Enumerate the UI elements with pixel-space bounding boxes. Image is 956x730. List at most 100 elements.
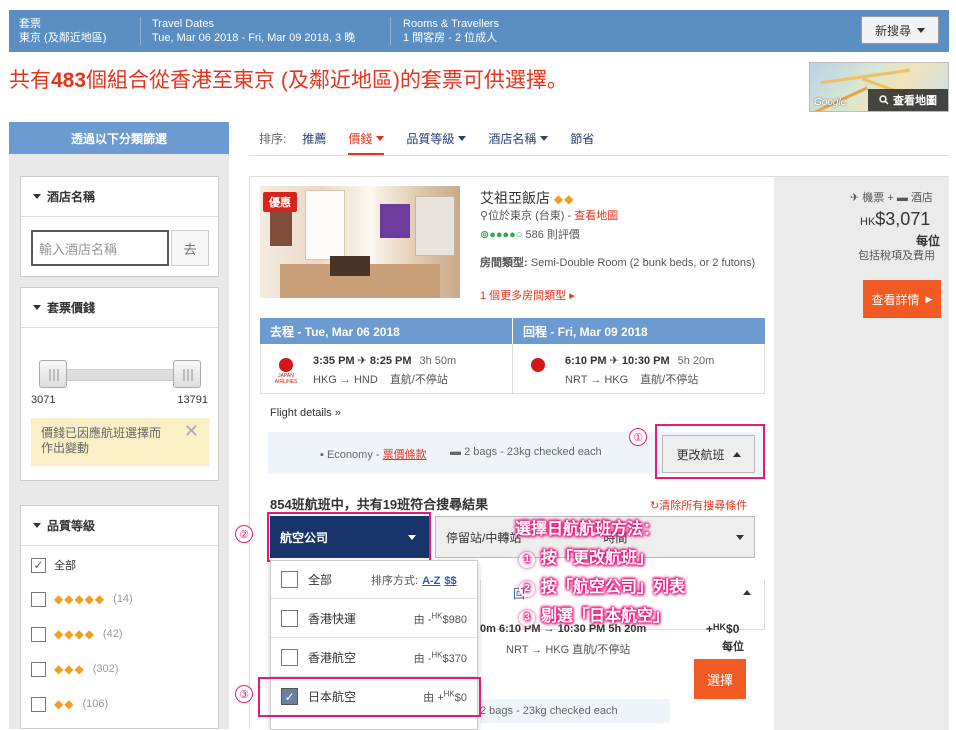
tripadvisor-icon: ⊚	[480, 229, 490, 241]
sort-savings[interactable]: 節省	[570, 130, 594, 147]
from-airport: NRT	[565, 374, 588, 386]
airline-name: 香港航空	[308, 651, 357, 665]
package-label: 套票	[19, 18, 41, 30]
hotel-reviews[interactable]: ⊚●●●●○ 586 則評價	[480, 226, 580, 242]
view-details-label: 查看詳情	[871, 292, 920, 307]
price-prefix: 由 -	[413, 652, 432, 665]
quality-filter-title: 品質等級	[47, 519, 96, 533]
price-slider-max-handle[interactable]	[173, 360, 201, 388]
step-text: 剔選「日本航空」	[541, 608, 670, 625]
sort-az-link[interactable]: A-Z	[422, 575, 440, 587]
quality-option-3[interactable]: ◆◆◆ (302)	[31, 659, 118, 679]
clear-all-text: 清除所有搜尋條件	[659, 500, 748, 512]
flight-body: JAPAN AIRLINES 3:35 PM ✈ 8:25 PM 3h 50m H…	[260, 344, 765, 394]
annotation-step-1: 1 按「更改航班」	[515, 544, 745, 573]
annotation-highlight	[655, 424, 765, 479]
cabin-info: ▪ Economy - 票價條款	[320, 446, 427, 462]
price-slider-track[interactable]	[51, 369, 191, 381]
seat-icon: ▪	[320, 449, 324, 461]
checkbox[interactable]	[31, 626, 46, 642]
arrive-time: 8:25 PM	[369, 355, 412, 367]
sort-quality[interactable]: 品質等級	[406, 130, 467, 147]
from-airport: HKG	[313, 374, 337, 386]
room-type-label: 房間類型:	[480, 257, 528, 269]
sort-price[interactable]: 價錢	[348, 130, 385, 155]
quality-option-4[interactable]: ◆◆◆◆ (42)	[31, 624, 122, 644]
checkbox[interactable]	[31, 591, 46, 607]
more-rooms-link[interactable]: 1 個更多房間類型 ▸	[480, 287, 575, 303]
select-flight-button[interactable]: 選擇	[694, 659, 746, 699]
chevron-down-icon	[540, 136, 549, 141]
currency: HK	[860, 216, 876, 228]
diamond-rating-icon: ◆◆◆◆	[54, 627, 95, 641]
cabin-text: Economy -	[326, 449, 380, 461]
sort-price-link[interactable]: $$	[444, 575, 456, 587]
hotel-name[interactable]: 艾祖亞飯店 ◆◆	[480, 188, 574, 208]
hotel-map-link[interactable]: 查看地圖	[574, 210, 618, 222]
sort-label: 排序:	[259, 132, 287, 146]
depart-time: 6:10 PM	[565, 355, 607, 367]
route-text: NRT → HKG	[506, 644, 570, 656]
flight-option-bags: 2 bags - 23kg checked each	[480, 699, 670, 723]
quality-count: (14)	[113, 593, 133, 605]
caret-down-icon	[33, 523, 41, 528]
annotation-title: 選擇日航航班方法：	[515, 521, 660, 538]
price-note: 價錢已因應航班選擇而作出變動 ✕	[31, 418, 209, 466]
airline-option[interactable]: 香港快運 由 -HK$980	[271, 600, 477, 638]
flight-details-link[interactable]: Flight details »	[270, 407, 341, 419]
sort-option-label: 品質等級	[406, 132, 455, 146]
view-map-button[interactable]: 查看地圖	[868, 89, 948, 111]
hotel-location: ⚲位於東京 (台東) - 查看地圖	[480, 207, 618, 223]
map-thumbnail[interactable]: Google 查看地圖	[809, 62, 949, 112]
plane-icon: ✈	[609, 355, 619, 367]
checkbox[interactable]	[31, 696, 46, 712]
price-filter-toggle[interactable]: 套票價錢	[21, 288, 218, 328]
package-card: ✈ 機票 + ▬ 酒店 HK$3,071 每位 包括稅項及費用 查看詳情 ▶ 優惠…	[235, 176, 949, 730]
hotel-photo[interactable]: 優惠	[260, 186, 460, 298]
quality-filter-toggle[interactable]: 品質等級	[21, 506, 218, 546]
return-route: NRT → HKG 直航/不停站	[565, 374, 699, 386]
quality-option-2[interactable]: ◆◆ (106)	[31, 694, 108, 714]
depart-time: 3:35 PM	[313, 355, 355, 367]
flight-summary: 去程 - Tue, Mar 06 2018 回程 - Fri, Mar 09 2…	[260, 318, 765, 394]
view-map-label: 查看地圖	[893, 95, 937, 107]
price-filter-title: 套票價錢	[47, 301, 96, 315]
filter-heading-text: 透過以下分類篩選	[70, 131, 167, 146]
chevron-down-icon	[458, 136, 467, 141]
go-label: 去	[183, 241, 197, 257]
flight-header: 去程 - Tue, Mar 06 2018 回程 - Fri, Mar 09 2…	[260, 318, 765, 344]
checkbox[interactable]	[281, 571, 298, 588]
hotel-name-placeholder: 輸入酒店名稱	[39, 241, 118, 257]
price-max: 13791	[177, 394, 208, 406]
price-slider-min-handle[interactable]	[39, 360, 67, 388]
hotel-name-filter-toggle[interactable]: 酒店名稱	[21, 177, 218, 217]
hotel-name-input[interactable]: 輸入酒店名稱	[31, 230, 169, 266]
annotation-step-2: 2 按「航空公司」列表	[515, 573, 745, 602]
sort-hotel-name[interactable]: 酒店名稱	[488, 130, 549, 147]
japan-airlines-logo-icon: JAPAN AIRLINES	[271, 358, 301, 385]
luggage-icon: ▬	[450, 446, 461, 458]
airline-option[interactable]: 香港航空 由 -HK$370	[271, 639, 477, 677]
quality-option-all[interactable]: ✓ 全部	[31, 555, 76, 575]
sort-recommended[interactable]: 推薦	[302, 130, 326, 147]
view-details-button[interactable]: 查看詳情 ▶	[863, 280, 941, 318]
return-header: 回程 - Fri, Mar 09 2018	[512, 318, 765, 344]
google-logo: Google	[814, 97, 847, 108]
checkbox-checked[interactable]: ✓	[31, 557, 46, 573]
airline-option-all[interactable]: 全部 排序方式: A-Z $$	[271, 561, 477, 599]
step-text: 按「更改航班」	[541, 550, 654, 567]
flight-type: 直航/不停站	[572, 644, 631, 656]
clear-all-filters-link[interactable]: ↻清除所有搜尋條件	[650, 497, 747, 513]
checkbox[interactable]	[281, 610, 298, 627]
close-icon[interactable]: ✕	[184, 422, 199, 440]
checkbox[interactable]	[31, 661, 46, 677]
fare-rules-link[interactable]: 票價條款	[383, 449, 427, 461]
quality-option-5[interactable]: ◆◆◆◆◆ (14)	[31, 589, 133, 609]
caret-down-icon	[33, 194, 41, 199]
map-road	[820, 68, 910, 85]
airline-name: 全部	[308, 573, 333, 587]
diamond-rating-icon: ◆◆	[54, 697, 75, 711]
new-search-button[interactable]: 新搜尋	[861, 16, 939, 44]
hotel-name-go-button[interactable]: 去	[171, 230, 209, 266]
checkbox[interactable]	[281, 649, 298, 666]
